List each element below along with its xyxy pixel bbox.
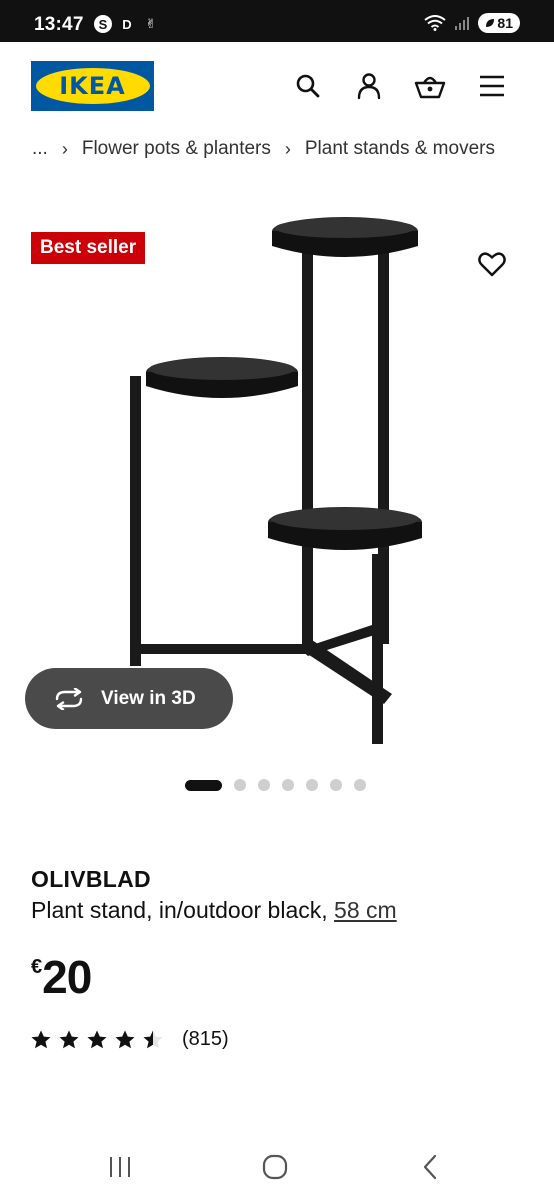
- price-currency: €: [31, 956, 43, 978]
- breadcrumb-item-flower-pots[interactable]: Flower pots & planters: [82, 138, 271, 160]
- pagination-dot[interactable]: [306, 779, 318, 791]
- price-amount: 20: [42, 951, 92, 1003]
- product-description: Plant stand, in/outdoor black, 58 cm: [31, 897, 397, 924]
- battery-saver-leaf-icon: [486, 19, 495, 27]
- breadcrumb-item-plant-stands[interactable]: Plant stands & movers: [305, 138, 495, 160]
- best-seller-badge: Best seller: [31, 232, 146, 264]
- notification-s-icon: S: [94, 15, 112, 33]
- breadcrumb: ... › Flower pots & planters › Plant sta…: [32, 138, 495, 160]
- star-full-icon: [31, 1030, 51, 1049]
- product-name: OLIVBLAD: [31, 866, 151, 892]
- back-icon[interactable]: [413, 1150, 447, 1184]
- notification-d-icon: D: [122, 16, 132, 32]
- wifi-icon: [424, 15, 447, 31]
- star-full-icon: [59, 1030, 79, 1049]
- pagination-dot-active[interactable]: [185, 779, 222, 791]
- star-full-icon: [115, 1030, 135, 1049]
- notification-hand-icon: ✌: [145, 16, 157, 31]
- star-half-icon: [143, 1030, 163, 1049]
- battery-indicator: 81: [478, 13, 520, 33]
- product-gallery[interactable]: Best seller View in 3D: [0, 196, 554, 756]
- view-in-3d-label: View in 3D: [101, 687, 196, 709]
- product-rating[interactable]: (815): [30, 1028, 229, 1051]
- pagination-dot[interactable]: [330, 779, 342, 791]
- gallery-pagination[interactable]: [185, 779, 366, 791]
- breadcrumb-ellipsis[interactable]: ...: [32, 138, 48, 160]
- home-icon[interactable]: [258, 1150, 292, 1184]
- status-notification-icons: S D ✌: [94, 15, 160, 33]
- heart-icon[interactable]: [476, 248, 508, 280]
- rotate-3d-icon: [55, 687, 83, 710]
- review-count[interactable]: (815): [182, 1028, 229, 1051]
- ikea-logo[interactable]: IKEA: [31, 61, 154, 111]
- status-time: 13:47: [34, 14, 84, 35]
- product-type: Plant stand, in/outdoor black,: [31, 897, 335, 923]
- profile-icon[interactable]: [353, 70, 385, 102]
- system-navigation-bar: [0, 1134, 554, 1200]
- basket-icon[interactable]: [414, 70, 446, 102]
- signal-icon: [455, 17, 470, 30]
- chevron-right-icon: ›: [284, 138, 291, 159]
- menu-icon[interactable]: [476, 70, 508, 102]
- star-full-icon: [87, 1030, 107, 1049]
- battery-level: 81: [497, 15, 513, 31]
- pagination-dot[interactable]: [354, 779, 366, 791]
- site-header: IKEA: [0, 42, 554, 132]
- logo-oval: IKEA: [35, 68, 150, 104]
- product-size-link[interactable]: 58 cm: [334, 897, 397, 923]
- chevron-right-icon: ›: [61, 138, 68, 159]
- view-in-3d-button[interactable]: View in 3D: [25, 668, 233, 729]
- status-bar: 13:47 S D ✌ 81: [0, 0, 554, 42]
- pagination-dot[interactable]: [282, 779, 294, 791]
- product-price: € 20: [31, 950, 92, 1004]
- search-icon[interactable]: [292, 70, 324, 102]
- status-system-icons: 81: [424, 13, 520, 33]
- pagination-dot[interactable]: [258, 779, 270, 791]
- logo-text: IKEA: [59, 72, 126, 100]
- pagination-dot[interactable]: [234, 779, 246, 791]
- rating-stars: [30, 1029, 164, 1050]
- recent-apps-icon[interactable]: [103, 1150, 137, 1184]
